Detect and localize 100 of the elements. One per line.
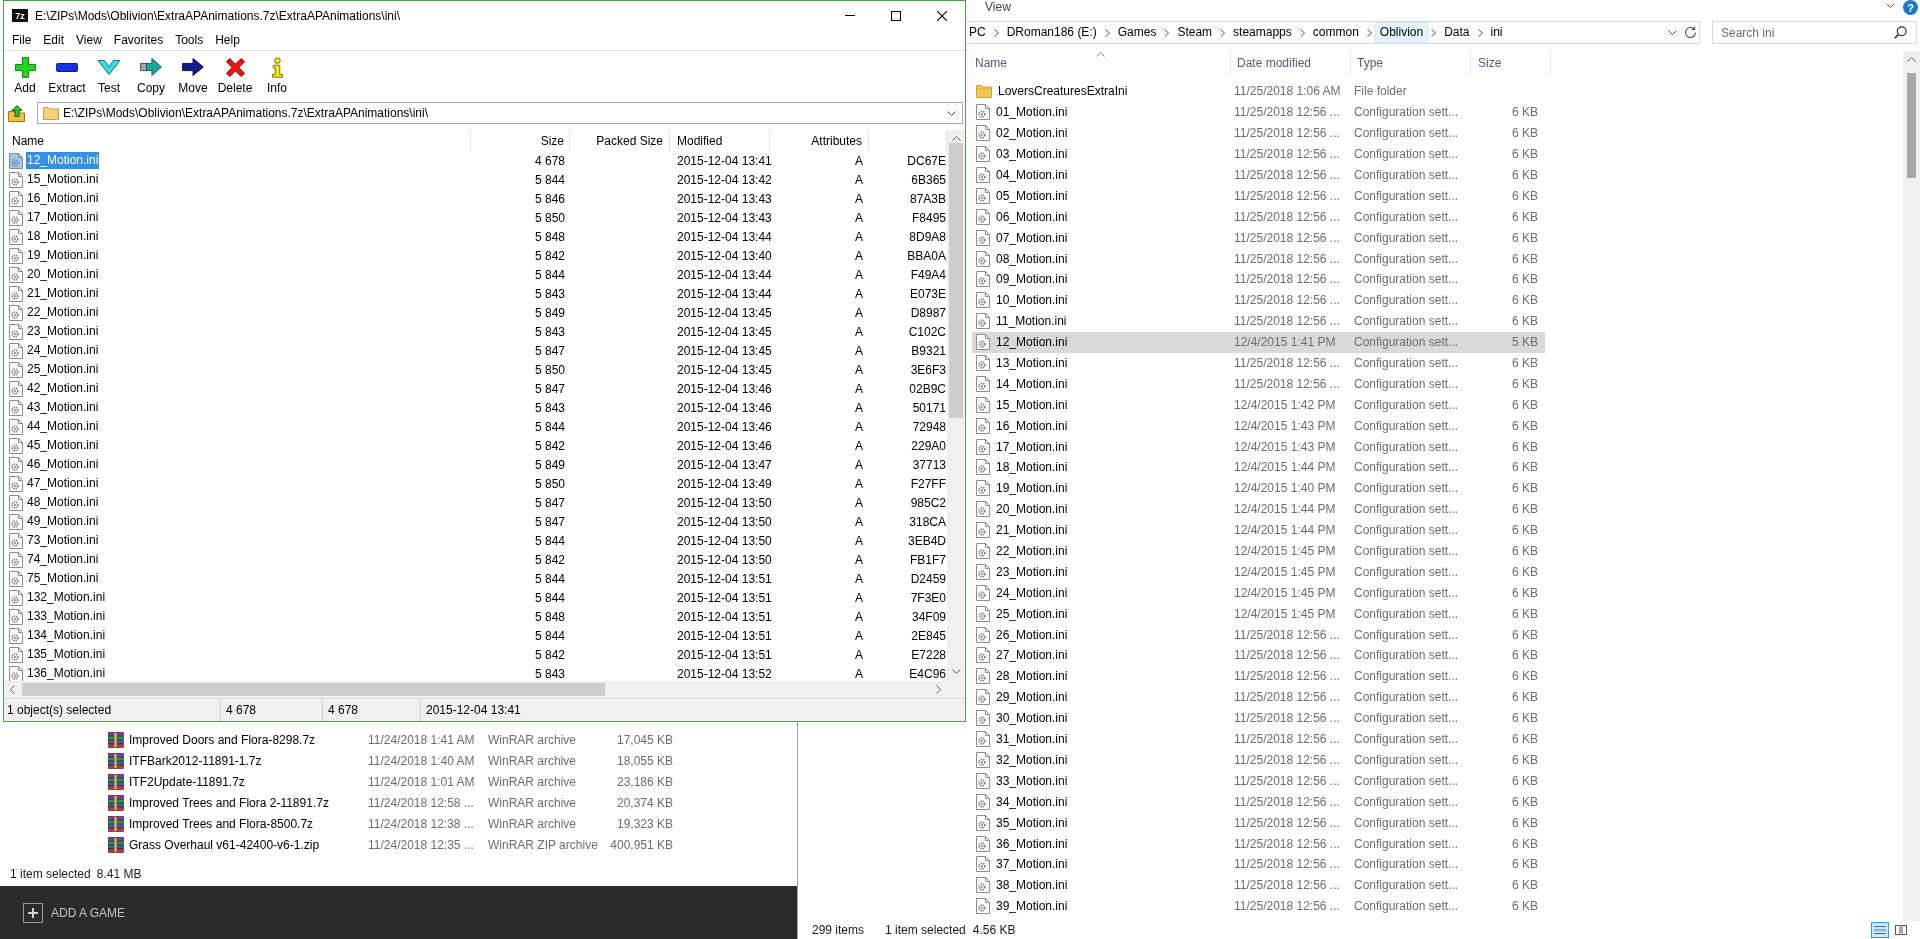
file-row[interactable]: 28_Motion.ini 11/25/2018 12:56 ... Configuration sett... 6 KB [972, 665, 1545, 687]
chevron-right-icon[interactable] [936, 685, 941, 694]
file-row[interactable]: 03_Motion.ini 11/25/2018 12:56 ... Configuration sett... 6 KB [972, 143, 1545, 165]
file-row[interactable]: 15_Motion.ini 12/4/2015 1:42 PM Configuration sett... 6 KB [972, 394, 1545, 416]
file-name[interactable]: 135_Motion.ini [26, 646, 107, 663]
file-row[interactable]: 07_Motion.ini 11/25/2018 12:56 ... Configuration sett... 6 KB [972, 227, 1545, 249]
chevron-up-icon[interactable] [1907, 57, 1916, 62]
file-name[interactable]: 16_Motion.ini [26, 190, 100, 207]
refresh-icon[interactable] [1684, 26, 1697, 39]
breadcrumb[interactable]: Data [1439, 22, 1475, 43]
file-name[interactable]: 19_Motion.ini [26, 247, 100, 264]
column-header[interactable]: Size [1471, 51, 1551, 75]
file-name[interactable]: 74_Motion.ini [26, 551, 100, 568]
file-name[interactable]: 42_Motion.ini [26, 380, 100, 397]
file-name[interactable]: 133_Motion.ini [26, 608, 107, 625]
column-header[interactable]: Modified [670, 130, 770, 151]
file-row[interactable]: 20_Motion.ini 12/4/2015 1:44 PM Configuration sett... 6 KB [972, 498, 1545, 520]
search-icon[interactable] [1894, 26, 1907, 39]
column-header[interactable]: Name [4, 130, 471, 151]
scrollbar-thumb[interactable] [22, 683, 605, 696]
breadcrumb[interactable]: steamapps [1228, 22, 1297, 43]
file-row[interactable]: 04_Motion.ini 11/25/2018 12:56 ... Configuration sett... 6 KB [972, 164, 1545, 186]
file-name[interactable]: 44_Motion.ini [26, 418, 100, 435]
chevron-down-icon[interactable] [951, 669, 961, 674]
file-name[interactable]: 132_Motion.ini [26, 589, 107, 606]
file-row[interactable]: 31_Motion.ini 11/25/2018 12:56 ... Configuration sett... 6 KB [972, 728, 1545, 750]
breadcrumb[interactable]: Games [1112, 22, 1162, 43]
breadcrumb[interactable]: DRoman186 (E:) [1001, 22, 1102, 43]
file-name[interactable]: ITFBark2012-11891-1.7z [129, 753, 262, 768]
delete-button[interactable]: Delete [214, 51, 256, 100]
menu-item[interactable]: View [70, 31, 108, 49]
file-name[interactable]: Improved Trees and Flora-8500.7z [129, 816, 314, 831]
file-name[interactable]: Improved Doors and Flora-8298.7z [129, 732, 316, 747]
file-row[interactable]: 13_Motion.ini 11/25/2018 12:56 ... Configuration sett... 6 KB [972, 352, 1545, 374]
file-row[interactable]: 34_Motion.ini 11/25/2018 12:56 ... Configuration sett... 6 KB [972, 791, 1545, 813]
menu-item[interactable]: Help [209, 31, 246, 49]
file-name[interactable]: 25_Motion.ini [26, 361, 100, 378]
file-row[interactable]: 38_Motion.ini 11/25/2018 12:56 ... Configuration sett... 6 KB [972, 874, 1545, 896]
search-field[interactable]: Search ini [1712, 21, 1917, 44]
file-row[interactable]: 29_Motion.ini 11/25/2018 12:56 ... Configuration sett... 6 KB [972, 686, 1545, 708]
scrollbar-thumb[interactable] [1907, 73, 1916, 178]
breadcrumb[interactable]: PC [964, 22, 991, 43]
vertical-scrollbar[interactable] [1903, 51, 1920, 921]
breadcrumb[interactable]: Steam [1172, 22, 1218, 43]
chevron-left-icon[interactable] [10, 685, 15, 694]
file-row[interactable]: 14_Motion.ini 11/25/2018 12:56 ... Configuration sett... 6 KB [972, 373, 1545, 395]
file-row[interactable]: 25_Motion.ini 12/4/2015 1:45 PM Configuration sett... 6 KB [972, 603, 1545, 625]
breadcrumb[interactable]: Oblivion [1374, 22, 1429, 43]
file-row[interactable]: 10_Motion.ini 11/25/2018 12:56 ... Configuration sett... 6 KB [972, 289, 1545, 311]
extract-button[interactable]: Extract [46, 51, 88, 100]
add-game-button[interactable]: ADD A GAME [23, 901, 126, 924]
file-row[interactable]: 39_Motion.ini 11/25/2018 12:56 ... Configuration sett... 6 KB [972, 895, 1545, 917]
chevron-up-icon[interactable] [951, 136, 961, 141]
file-name[interactable]: 23_Motion.ini [26, 323, 100, 340]
column-header[interactable]: Size [471, 130, 570, 151]
menu-item[interactable]: Favorites [107, 31, 170, 49]
address-bar[interactable]: PC DRoman186 (E:) Games Steam steamapps common Oblivion Data ini [963, 21, 1700, 44]
file-name[interactable]: 17_Motion.ini [26, 209, 100, 226]
chevron-right-icon[interactable] [1477, 28, 1483, 37]
file-name[interactable]: 24_Motion.ini [26, 342, 100, 359]
file-name[interactable]: 46_Motion.ini [26, 456, 100, 473]
column-header[interactable]: Type [1351, 51, 1471, 75]
info-button[interactable]: Info [256, 51, 298, 100]
file-name[interactable]: 45_Motion.ini [26, 437, 100, 454]
chevron-right-icon[interactable] [1104, 28, 1110, 37]
file-row[interactable]: 37_Motion.ini 11/25/2018 12:56 ... Configuration sett... 6 KB [972, 853, 1545, 875]
file-name[interactable]: 49_Motion.ini [26, 513, 100, 530]
path-field[interactable]: E:\ZIPs\Mods\Oblivion\ExtraAPAnimations.7z\ExtraAPAnimations\ini\ [37, 102, 963, 124]
move-button[interactable]: Move [172, 51, 214, 100]
menu-item[interactable]: File [6, 31, 38, 49]
file-name[interactable]: 134_Motion.ini [26, 627, 107, 644]
column-header[interactable]: Date modified [1231, 51, 1351, 75]
file-row[interactable]: 35_Motion.ini 11/25/2018 12:56 ... Configuration sett... 6 KB [972, 812, 1545, 834]
file-row[interactable]: 33_Motion.ini 11/25/2018 12:56 ... Configuration sett... 6 KB [972, 770, 1545, 792]
file-name[interactable]: 73_Motion.ini [26, 532, 100, 549]
file-row[interactable]: 01_Motion.ini 11/25/2018 12:56 ... Configuration sett... 6 KB [972, 101, 1545, 123]
file-row[interactable]: 11_Motion.ini 11/25/2018 12:56 ... Configuration sett... 6 KB [972, 310, 1545, 332]
file-name[interactable]: 48_Motion.ini [26, 494, 100, 511]
file-row[interactable]: 27_Motion.ini 11/25/2018 12:56 ... Configuration sett... 6 KB [972, 645, 1545, 666]
file-row[interactable]: 23_Motion.ini 12/4/2015 1:45 PM Configuration sett... 6 KB [972, 561, 1545, 583]
file-row[interactable]: 06_Motion.ini 11/25/2018 12:56 ... Configuration sett... 6 KB [972, 206, 1545, 228]
file-row[interactable]: 26_Motion.ini 11/25/2018 12:56 ... Configuration sett... 6 KB [972, 624, 1545, 646]
chevron-down-icon[interactable] [947, 110, 956, 116]
file-row[interactable]: 21_Motion.ini 12/4/2015 1:44 PM Configuration sett... 6 KB [972, 519, 1545, 541]
column-header[interactable]: Name [972, 51, 1231, 75]
copy-button[interactable]: Copy [130, 51, 172, 100]
file-row[interactable]: 17_Motion.ini 12/4/2015 1:43 PM Configuration sett... 6 KB [972, 436, 1545, 458]
folder-up-arrow-icon[interactable] [8, 104, 25, 122]
file-name[interactable]: 18_Motion.ini [26, 228, 100, 245]
chevron-down-icon[interactable] [1886, 3, 1895, 8]
file-row[interactable]: 08_Motion.ini 11/25/2018 12:56 ... Configuration sett... 6 KB [972, 248, 1545, 269]
file-row[interactable]: 16_Motion.ini 12/4/2015 1:43 PM Configuration sett... 6 KB [972, 415, 1545, 437]
file-name[interactable]: 20_Motion.ini [26, 266, 100, 283]
column-header[interactable]: Attributes [770, 130, 869, 151]
test-button[interactable]: Test [88, 51, 130, 100]
column-header[interactable]: Packed Size [570, 130, 670, 151]
file-row[interactable]: 19_Motion.ini 12/4/2015 1:40 PM Configuration sett... 6 KB [972, 477, 1545, 499]
help-button[interactable]: ? [1903, 0, 1918, 15]
breadcrumb[interactable]: ini [1485, 22, 1508, 43]
menu-item[interactable]: Tools [169, 31, 210, 49]
